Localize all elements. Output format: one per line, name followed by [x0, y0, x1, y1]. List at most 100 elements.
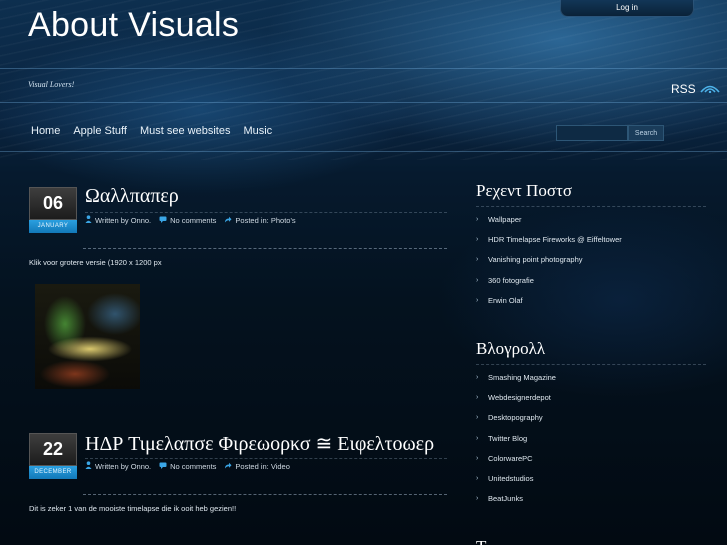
widget-cutoff: Τ — [476, 537, 706, 545]
list-item: › HDR Timelapse Fireworks @ Eiffeltower — [476, 229, 622, 249]
meta-author: Written by Onno. — [85, 461, 151, 471]
date-day: 22 — [29, 433, 77, 466]
rss-link[interactable]: RSS — [671, 82, 720, 96]
post-excerpt: Dit is zeker 1 van de mooiste timelapse … — [29, 504, 237, 513]
title-divider — [85, 212, 447, 213]
meta-comments-link[interactable]: No comments — [170, 462, 216, 471]
meta-category: Posted in: Video — [224, 461, 290, 471]
recent-post-link[interactable]: HDR Timelapse Fireworks @ Eiffeltower — [488, 235, 622, 244]
blogroll-link[interactable]: BeatJunks — [488, 494, 523, 503]
post-hdr-timelapse: 22 DECEMBER ΗΔΡ Τιμελαπσε Φιρεωορκσ ≅ Ει… — [29, 433, 447, 533]
meta-comments-link[interactable]: No comments — [170, 216, 216, 225]
date-month: JANUARY — [29, 220, 77, 233]
list-item: › ColorwarePC — [476, 448, 556, 468]
recent-post-link[interactable]: Wallpaper — [488, 215, 522, 224]
recent-post-link[interactable]: Vanishing point photography — [488, 255, 583, 264]
post-title[interactable]: Ωαλλπαπερ — [85, 185, 179, 208]
meta-comments: No comments — [159, 461, 216, 471]
widget-title: Τ — [476, 537, 706, 545]
site-tagline: Visual Lovers! — [28, 80, 75, 89]
arrow-right-icon: › — [476, 235, 479, 243]
recent-posts-list: › Wallpaper › HDR Timelapse Fireworks @ Ei… — [476, 209, 622, 310]
widget-title: Ρεχεντ Ποστσ — [476, 181, 572, 200]
arrow-right-icon: › — [476, 373, 479, 381]
wallpaper-thumbnail[interactable] — [35, 284, 140, 389]
login-tab: Log in — [560, 0, 694, 17]
widget-divider — [476, 206, 706, 207]
share-arrow-icon — [224, 216, 232, 225]
arrow-right-icon: › — [476, 276, 479, 284]
recent-post-link[interactable]: Erwin Olaf — [488, 296, 523, 305]
date-month: DECEMBER — [29, 466, 77, 479]
meta-author-text: Written by Onno. — [95, 215, 152, 225]
meta-divider — [83, 248, 447, 249]
search-input[interactable] — [556, 125, 628, 141]
list-item: › 360 fotografie — [476, 270, 622, 290]
list-item: › Desktopography — [476, 408, 556, 428]
title-divider — [85, 458, 447, 459]
rss-label: RSS — [671, 82, 696, 96]
user-icon — [85, 461, 92, 471]
widget-blogroll: Βλογρολλ › Smashing Magazine › Webdesigner… — [476, 339, 706, 519]
meta-category-text: Posted in: Video — [235, 461, 290, 471]
meta-category: Posted in: Photo's — [224, 215, 296, 225]
widget-recent-posts: Ρεχεντ Ποστσ › Wallpaper › HDR Timelapse F… — [476, 181, 706, 311]
arrow-right-icon: › — [476, 475, 479, 483]
list-item: › Twitter Blog — [476, 428, 556, 448]
post-meta: Written by Onno. No comments Posted in: … — [85, 215, 296, 225]
header-divider-top — [0, 68, 727, 69]
meta-comments: No comments — [159, 215, 216, 225]
post-wallpaper: 06 JANUARY Ωαλλπαπερ Written by Onno. No… — [29, 185, 447, 397]
arrow-right-icon: › — [476, 296, 479, 304]
blogroll-link[interactable]: Webdesignerdepot — [488, 393, 551, 402]
meta-category-text: Posted in: Photo's — [235, 215, 296, 225]
arrow-right-icon: › — [476, 215, 479, 223]
arrow-right-icon: › — [476, 495, 479, 503]
search-button[interactable]: Search — [628, 125, 664, 141]
list-item: › Unitedstudios — [476, 468, 556, 488]
recent-post-link[interactable]: 360 fotografie — [488, 276, 534, 285]
blogroll-link[interactable]: Twitter Blog — [488, 434, 527, 443]
rss-icon — [700, 82, 720, 96]
date-day: 06 — [29, 187, 77, 220]
list-item: › Wallpaper — [476, 209, 622, 229]
meta-author: Written by Onno. — [85, 215, 151, 225]
nav-item-apple-stuff[interactable]: Apple Stuff — [73, 125, 127, 137]
share-arrow-icon — [224, 462, 232, 471]
arrow-right-icon: › — [476, 454, 479, 462]
blogroll-link[interactable]: ColorwarePC — [488, 454, 533, 463]
login-link[interactable]: Log in — [561, 3, 693, 12]
comment-icon — [159, 462, 167, 471]
arrow-right-icon: › — [476, 256, 479, 264]
widget-divider — [476, 364, 706, 365]
nav-divider — [0, 151, 727, 152]
site-title[interactable]: About Visuals — [28, 6, 239, 45]
date-badge: 06 JANUARY — [29, 187, 77, 233]
list-item: › BeatJunks — [476, 489, 556, 509]
post-title[interactable]: ΗΔΡ Τιμελαπσε Φιρεωορκσ ≅ Ειφελτοωερ — [85, 431, 434, 456]
list-item: › Vanishing point photography — [476, 250, 622, 270]
blogroll-link[interactable]: Smashing Magazine — [488, 373, 556, 382]
comment-icon — [159, 216, 167, 225]
nav-item-music[interactable]: Music — [243, 125, 272, 137]
header-divider-bottom — [0, 102, 727, 103]
post-meta: Written by Onno. No comments Posted in: … — [85, 461, 290, 471]
meta-divider — [83, 494, 447, 495]
list-item: › Smashing Magazine — [476, 367, 556, 387]
blogroll-link[interactable]: Unitedstudios — [488, 474, 533, 483]
user-icon — [85, 215, 92, 225]
date-badge: 22 DECEMBER — [29, 433, 77, 479]
nav-item-must-see-websites[interactable]: Must see websites — [140, 125, 230, 137]
nav-item-home[interactable]: Home — [31, 125, 60, 137]
list-item: › Webdesignerdepot — [476, 387, 556, 407]
main-nav: Home Apple Stuff Must see websites Music — [31, 125, 272, 137]
arrow-right-icon: › — [476, 414, 479, 422]
meta-author-text: Written by Onno. — [95, 461, 152, 471]
blogroll-link[interactable]: Desktopography — [488, 413, 543, 422]
blogroll-list: › Smashing Magazine › Webdesignerdepot › De… — [476, 367, 556, 509]
arrow-right-icon: › — [476, 434, 479, 442]
post-excerpt: Klik voor grotere versie (1920 x 1200 px — [29, 258, 162, 267]
list-item: › Erwin Olaf — [476, 290, 622, 310]
widget-title: Βλογρολλ — [476, 339, 546, 358]
arrow-right-icon: › — [476, 393, 479, 401]
